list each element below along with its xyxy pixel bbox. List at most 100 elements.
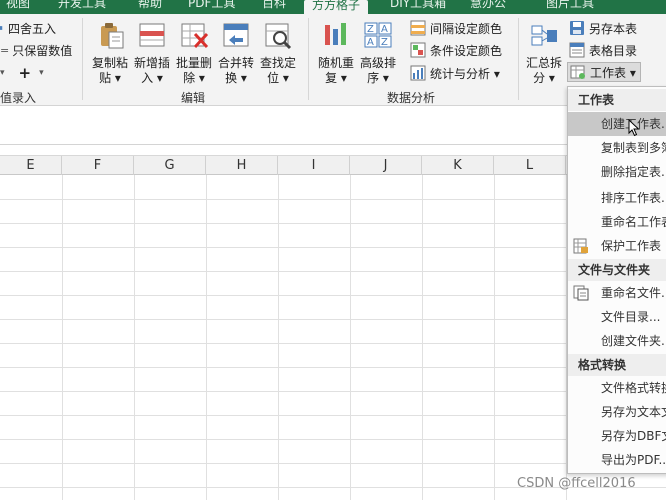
tab-view[interactable]: 视图 — [6, 0, 30, 14]
group-separator — [308, 18, 309, 100]
sort-az-icon: Z A A Z — [364, 22, 392, 48]
menu-item-copy-to-workbooks[interactable]: 复制表到多簿... — [568, 136, 666, 160]
interval-color-button[interactable]: 间隔设定颜色 — [410, 18, 502, 38]
mouse-pointer-icon — [628, 119, 640, 137]
clipboard-icon — [101, 23, 124, 49]
advanced-sort-button[interactable]: Z A A Z 高级排 序 ▾ — [356, 20, 400, 86]
worksheet-icon — [570, 65, 585, 79]
insert-new-label-1: 新增插 — [133, 56, 170, 70]
menu-item-export-pdf[interactable]: 导出为PDF... — [568, 448, 666, 472]
column-header-i[interactable]: I — [278, 156, 350, 175]
worksheet-menu: 工作表 创建工作表... 复制表到多簿... 删除指定表... 排序工作表...… — [567, 86, 666, 474]
condition-color-button[interactable]: 条件设定颜色 — [410, 40, 502, 60]
table-directory-label: 表格目录 — [589, 43, 638, 58]
copy-paste-label-1: 复制粘 — [91, 56, 128, 70]
analysis-group-label: 数据分析 — [387, 91, 436, 105]
svg-text:A: A — [367, 37, 374, 48]
statistics-analysis-button[interactable]: 统计与分析 ▾ — [410, 63, 500, 83]
plus-label: + — [18, 64, 32, 82]
menu-item-create-worksheet[interactable]: 创建工作表... — [568, 112, 666, 137]
column-header-e[interactable]: E — [0, 156, 62, 175]
menu-item-protect-worksheet[interactable]: 保护工作表 — [568, 234, 666, 258]
table-directory-button[interactable]: 表格目录 — [569, 40, 637, 60]
menu-item-save-as-dbf[interactable]: 另存为DBF文件... — [568, 424, 666, 448]
column-header-l[interactable]: L — [494, 156, 566, 175]
worksheet-dropdown-button[interactable]: 工作表 ▾ — [567, 62, 641, 82]
keep-value-icon: = — [0, 43, 10, 57]
find-locate-label-2: 位 ▾ — [267, 71, 289, 85]
table-directory-icon — [569, 42, 585, 58]
random-icon — [325, 23, 346, 45]
find-locate-button[interactable]: 查找定 位 ▾ — [256, 20, 300, 86]
insert-dropdown[interactable]: ▾ + ▾ — [0, 63, 44, 83]
chevron-down-icon: ▾ — [39, 68, 44, 78]
batch-delete-label-1: 批量删 — [175, 56, 212, 70]
menu-item-label: 另存为DBF文件... — [601, 429, 666, 443]
round-button[interactable]: 四舍五入 — [0, 18, 56, 38]
statistics-icon — [410, 65, 426, 81]
tab-diy-toolbox[interactable]: DIY工具箱 — [390, 0, 446, 14]
column-header-g[interactable]: G — [134, 156, 206, 175]
menu-item-label: 文件目录... — [601, 310, 661, 324]
menu-item-rename-files[interactable]: 重命名文件... — [568, 281, 666, 305]
menu-item-label: 排序工作表... — [601, 191, 666, 205]
statistics-analysis-label: 统计与分析 ▾ — [430, 66, 500, 81]
condition-color-icon — [410, 42, 426, 58]
batch-delete-label-2: 除 ▾ — [183, 71, 205, 85]
menu-item-label: 重命名工作表... — [601, 215, 666, 229]
summary-split-label-1: 汇总拆 — [525, 56, 562, 70]
watermark: CSDN @ffcell2016 — [517, 476, 636, 491]
menu-item-create-folders[interactable]: 创建文件夹... — [568, 329, 666, 353]
protect-sheet-icon — [573, 238, 588, 254]
menu-item-file-directory[interactable]: 文件目录... — [568, 305, 666, 329]
column-header-k[interactable]: K — [422, 156, 494, 175]
menu-item-label: 重命名文件... — [601, 286, 666, 300]
keep-value-label: 只保留数值 — [12, 43, 73, 58]
menu-section-header-worksheet: 工作表 — [568, 89, 666, 111]
column-header-j[interactable]: J — [350, 156, 422, 175]
insert-rows-icon — [139, 23, 165, 47]
menu-item-file-format-convert[interactable]: 文件格式转换... — [568, 376, 666, 400]
summary-split-button[interactable]: 汇总拆 分 ▾ — [522, 20, 566, 86]
save-this-sheet-button[interactable]: 另存本表 — [569, 18, 637, 38]
find-locate-icon — [265, 23, 292, 50]
svg-text:A: A — [381, 24, 388, 35]
column-header-f[interactable]: F — [62, 156, 134, 175]
tab-baike[interactable]: 百科 — [262, 0, 286, 14]
batch-delete-button[interactable]: 批量删 除 ▾ — [172, 20, 216, 86]
column-header-h[interactable]: H — [206, 156, 278, 175]
menu-item-rename-worksheets[interactable]: 重命名工作表... — [568, 210, 666, 234]
round-label: 四舍五入 — [8, 21, 57, 36]
merge-convert-label-1: 合并转 — [217, 56, 254, 70]
merge-convert-button[interactable]: 合并转 换 ▾ — [214, 20, 258, 86]
tab-help[interactable]: 帮助 — [138, 0, 162, 14]
menu-item-save-as-text[interactable]: 另存为文本文件... — [568, 400, 666, 424]
summary-split-label-2: 分 ▾ — [533, 71, 555, 85]
tab-developer[interactable]: 开发工具 — [58, 0, 106, 14]
insert-new-button[interactable]: 新增插 入 ▾ — [130, 20, 174, 86]
keep-value-button[interactable]: = 只保留数值 — [0, 40, 72, 60]
value-entry-group-label: 值录入 — [0, 91, 37, 105]
menu-item-label: 保护工作表 — [601, 239, 662, 253]
menu-item-sort-worksheets[interactable]: 排序工作表... — [568, 186, 666, 210]
tab-fangfanggezi[interactable]: 方方格子 — [304, 0, 369, 14]
tab-picture-tools[interactable]: 图片工具 — [546, 0, 594, 14]
tab-pdf-tools[interactable]: PDF工具 — [188, 0, 235, 14]
find-locate-label-1: 查找定 — [259, 56, 296, 70]
svg-text:Z: Z — [381, 37, 388, 48]
advanced-sort-label-1: 高级排 — [359, 56, 396, 70]
merge-convert-label-2: 换 ▾ — [225, 71, 247, 85]
random-repeat-button[interactable]: 随机重 复 ▾ — [314, 20, 358, 86]
menu-section-header-format-conversion: 格式转换 — [568, 354, 666, 376]
random-repeat-label-2: 复 ▾ — [325, 71, 347, 85]
interval-color-label: 间隔设定颜色 — [430, 21, 503, 36]
menu-item-delete-sheets[interactable]: 删除指定表... — [568, 160, 666, 184]
copy-paste-button[interactable]: 复制粘 贴 ▾ — [88, 20, 132, 86]
insert-new-label-2: 入 ▾ — [141, 71, 163, 85]
random-repeat-label-1: 随机重 — [317, 56, 354, 70]
tab-huibangong[interactable]: 慧办公 — [470, 0, 506, 14]
group-separator — [518, 18, 519, 100]
save-icon — [570, 21, 584, 35]
interval-color-icon — [410, 20, 426, 36]
svg-text:Z: Z — [367, 24, 374, 35]
